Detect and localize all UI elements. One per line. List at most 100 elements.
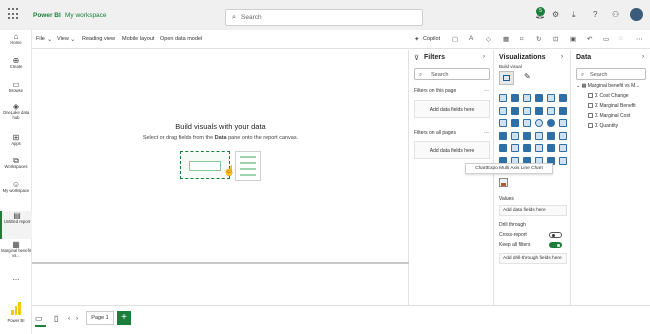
filled-map-icon[interactable] <box>511 131 519 140</box>
100-stacked-bar-icon[interactable] <box>547 94 555 102</box>
field-checkbox[interactable] <box>588 93 593 98</box>
field-marginal-benefit[interactable]: Σ Marginal Benefit <box>588 103 636 109</box>
global-search-input[interactable]: ⌕ Search <box>225 9 423 26</box>
line-column-icon[interactable] <box>535 106 543 115</box>
collapse-icon[interactable]: › <box>561 54 563 60</box>
shapes-icon[interactable]: ◇ <box>486 35 491 43</box>
file-menu[interactable]: File <box>36 36 45 42</box>
app-name[interactable]: Power BI <box>33 12 61 19</box>
clustered-bar-chart-icon[interactable] <box>523 94 531 102</box>
map-icon[interactable] <box>499 131 507 140</box>
gear-icon[interactable]: ⚙ <box>552 10 559 19</box>
collapse-icon[interactable]: › <box>642 54 644 60</box>
desktop-view-icon[interactable]: ▭ <box>35 314 43 323</box>
filter-icon[interactable]: ◌ <box>619 35 623 42</box>
multi-row-card-icon[interactable] <box>559 131 567 140</box>
more-options-icon[interactable]: … <box>484 129 489 135</box>
view-menu[interactable]: View <box>57 36 69 42</box>
ribbon-chart-icon[interactable] <box>559 106 567 115</box>
filters-page-dropzone[interactable]: Add data fields here <box>414 100 490 118</box>
treemap-icon[interactable] <box>559 119 567 127</box>
pie-chart-icon[interactable] <box>535 119 543 127</box>
report-canvas[interactable]: Build visuals with your data Select or d… <box>32 50 409 305</box>
collapse-icon[interactable]: › <box>483 54 485 60</box>
nav-workspaces[interactable]: ⧉ Workspaces <box>0 157 32 170</box>
cross-report-toggle[interactable] <box>549 232 562 238</box>
save-icon[interactable]: ▭ <box>603 35 609 43</box>
table-icon[interactable]: ▦ <box>503 35 509 43</box>
field-checkbox[interactable] <box>588 113 593 118</box>
page-tab[interactable]: Page 1 <box>86 311 114 325</box>
waterfall-chart-icon[interactable] <box>499 119 507 127</box>
avatar[interactable] <box>630 8 643 21</box>
more-options-icon[interactable]: … <box>484 87 489 93</box>
nav-apps[interactable]: ⊞ Apps <box>0 134 32 147</box>
stacked-column-chart-icon[interactable] <box>511 94 519 102</box>
chartexpo-multi-axis-line-chart-icon[interactable] <box>499 178 508 187</box>
field-checkbox[interactable] <box>588 103 593 108</box>
drill-through-dropzone[interactable]: Add drill-through fields here <box>499 253 567 264</box>
refresh-icon[interactable]: ↻ <box>536 35 541 43</box>
previous-page-icon[interactable]: ‹ <box>68 316 70 322</box>
filters-search-input[interactable]: ⌕ Search <box>414 68 490 80</box>
workspace-breadcrumb[interactable]: My workspace <box>65 12 107 19</box>
matrix-icon[interactable] <box>535 144 543 152</box>
line-chart-icon[interactable] <box>499 106 507 115</box>
data-search-input[interactable]: ⌕ Search <box>576 68 646 80</box>
python-visual-icon[interactable] <box>559 144 567 152</box>
stacked-area-icon[interactable] <box>523 106 531 115</box>
funnel-icon[interactable] <box>511 119 519 127</box>
nav-more[interactable]: ... <box>0 274 32 282</box>
undo-icon[interactable]: ↶ <box>587 35 592 43</box>
data-table-node[interactable]: ⌄ ▦ Marginal benefit vs M... <box>576 83 639 89</box>
kpi-icon[interactable] <box>499 144 507 152</box>
nav-browse[interactable]: ▭ Browse <box>0 81 32 94</box>
table-visual-icon[interactable] <box>523 144 531 152</box>
gauge-icon[interactable] <box>535 131 543 140</box>
share-icon[interactable]: ⚇ <box>612 10 619 19</box>
reading-view-button[interactable]: Reading view <box>82 36 115 42</box>
r-visual-icon[interactable] <box>547 144 555 152</box>
nav-home[interactable]: ⌂ Home <box>0 33 32 46</box>
card-icon[interactable] <box>547 131 555 140</box>
azure-map-icon[interactable] <box>523 131 531 140</box>
line-stacked-column-icon[interactable] <box>547 106 555 115</box>
scatter-chart-icon[interactable] <box>523 119 531 127</box>
values-dropzone[interactable]: Add data fields here <box>499 205 567 216</box>
slicer-icon[interactable] <box>511 144 519 152</box>
more-options-icon[interactable]: ⋯ <box>636 35 643 43</box>
layout-icon[interactable]: ▣ <box>570 35 576 43</box>
nav-my-workspace[interactable]: ☺ My workspace <box>0 181 32 194</box>
comment-icon[interactable]: ▢ <box>452 35 458 43</box>
filters-all-pages-dropzone[interactable]: Add data fields here <box>414 141 490 159</box>
field-cost-change[interactable]: Σ Cost Change <box>588 93 629 99</box>
nav-onelake[interactable]: ◈ OneLake data hub <box>0 103 32 121</box>
clustered-column-chart-icon[interactable] <box>535 94 543 102</box>
next-page-icon[interactable]: › <box>76 316 78 322</box>
copilot-button[interactable]: Copilot <box>423 36 440 42</box>
mobile-view-icon[interactable]: ▯ <box>54 314 58 323</box>
format-visual-icon[interactable]: ✎ <box>524 72 531 81</box>
field-marginal-cost[interactable]: Σ Marginal Cost <box>588 113 630 119</box>
donut-chart-icon[interactable] <box>547 119 555 127</box>
build-visual-tab[interactable] <box>499 71 514 85</box>
download-icon[interactable]: ⤓ <box>572 10 576 20</box>
field-checkbox[interactable] <box>588 123 593 128</box>
open-data-model-button[interactable]: Open data model <box>160 36 202 42</box>
nav-untitled-report[interactable]: ▤ Untitled report <box>0 211 32 239</box>
text-box-icon[interactable]: A <box>469 35 473 42</box>
help-icon[interactable]: ? <box>593 10 597 19</box>
100-stacked-column-icon[interactable] <box>559 94 567 102</box>
stacked-bar-chart-icon[interactable] <box>499 94 507 102</box>
field-quantity[interactable]: Σ Quantity <box>588 123 618 129</box>
nav-create[interactable]: ⊕ Create <box>0 57 32 70</box>
bookmark-icon[interactable]: ⌑ <box>520 35 523 43</box>
power-apps-icon[interactable] <box>559 156 567 165</box>
mobile-layout-button[interactable]: Mobile layout <box>122 36 154 42</box>
visual-icon[interactable]: ⊡ <box>553 35 558 43</box>
keep-all-filters-toggle[interactable] <box>549 242 562 248</box>
app-launcher-icon[interactable] <box>8 8 20 20</box>
area-chart-icon[interactable] <box>511 106 519 115</box>
nav-dataset[interactable]: ▦ Marginal benefit vs... <box>0 241 32 259</box>
add-page-button[interactable]: + <box>117 311 131 325</box>
